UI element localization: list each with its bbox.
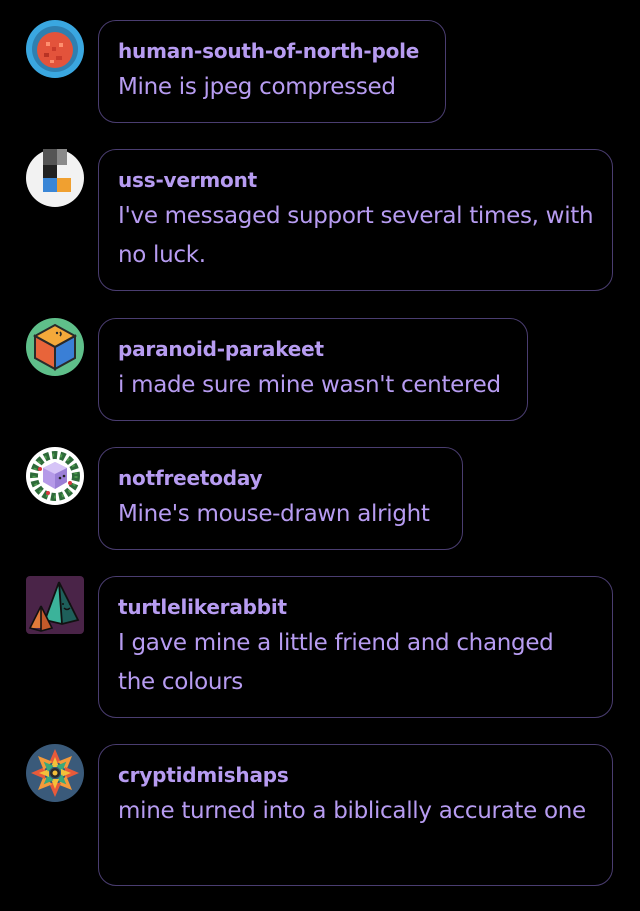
reply-text: i made sure mine wasn't centered — [118, 372, 501, 398]
reply-bubble: uss-vermont I've messaged support severa… — [98, 149, 613, 291]
reply-bubble: turtlelikerabbit I gave mine a little fr… — [98, 576, 613, 718]
username-link[interactable]: notfreetoday — [118, 466, 444, 490]
reply-bubble: cryptidmishaps mine turned into a biblic… — [98, 744, 613, 886]
reply-text: I've messaged support several times, wit… — [118, 203, 594, 268]
color-blocks-avatar-icon[interactable] — [26, 149, 84, 207]
reply-bubble: paranoid-parakeet i made sure mine wasn'… — [98, 318, 528, 421]
red-blob-avatar-icon[interactable] — [26, 20, 84, 78]
username-link[interactable]: cryptidmishaps — [118, 763, 594, 787]
reply-bubble: human-south-of-north-pole Mine is jpeg c… — [98, 20, 446, 123]
kaleidoscope-avatar-icon[interactable] — [26, 744, 84, 802]
username-link[interactable]: uss-vermont — [118, 168, 594, 192]
reply-text: Mine is jpeg compressed — [118, 74, 396, 100]
username-link[interactable]: turtlelikerabbit — [118, 595, 594, 619]
reply-bubble: notfreetoday Mine's mouse-drawn alright — [98, 447, 463, 550]
isometric-cube-avatar-icon[interactable] — [26, 318, 84, 376]
username-link[interactable]: paranoid-parakeet — [118, 337, 509, 361]
pyramid-friends-avatar-icon[interactable] — [26, 576, 84, 634]
wreath-cube-avatar-icon[interactable] — [26, 447, 84, 505]
username-link[interactable]: human-south-of-north-pole — [118, 39, 427, 63]
reply-text: mine turned into a biblically accurate o… — [118, 798, 586, 824]
reply-text: Mine's mouse-drawn alright — [118, 501, 430, 527]
reply-text: I gave mine a little friend and changed … — [118, 630, 554, 695]
